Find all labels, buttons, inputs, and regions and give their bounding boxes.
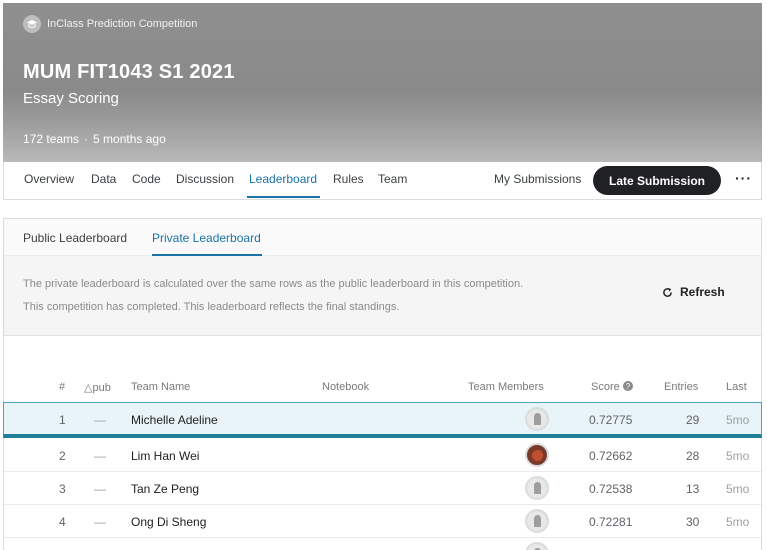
refresh-icon: [663, 287, 672, 297]
svg-text:?: ?: [626, 382, 631, 391]
tab-leaderboard[interactable]: Leaderboard: [249, 172, 317, 186]
team-member-avatar[interactable]: [525, 443, 549, 467]
team-name[interactable]: Ong Di Sheng: [131, 515, 206, 529]
last-submission: 5mo: [726, 515, 750, 529]
last-submission: 5mo: [726, 482, 750, 496]
pub-change: —: [94, 482, 106, 496]
team-name[interactable]: Lim Han Wei: [131, 449, 199, 463]
entries: 28: [686, 449, 700, 463]
info-line-1: The private leaderboard is calculated ov…: [23, 278, 524, 290]
competition-type-label: InClass Prediction Competition: [47, 18, 198, 30]
info-line-2: This competition has completed. This lea…: [23, 301, 400, 313]
score: 0.72775: [589, 413, 633, 427]
meta-separator: ·: [84, 132, 89, 146]
competition-nav: Overview Data Code Discussion Leaderboar…: [3, 162, 762, 200]
team-name[interactable]: Tan Ze Peng: [131, 482, 199, 496]
competition-subtitle: Essay Scoring: [23, 90, 119, 107]
refresh-button[interactable]: Refresh: [662, 285, 725, 299]
table-row[interactable]: 4 — Ong Di Sheng 0.72281 30 5mo: [4, 505, 761, 538]
more-options-icon[interactable]: ···: [735, 170, 752, 186]
col-notebook: Notebook: [322, 381, 370, 393]
competition-type: InClass Prediction Competition: [23, 15, 197, 33]
entries: 29: [686, 413, 700, 427]
table-row[interactable]: 1 — Michelle Adeline 0.72775 29 5mo: [3, 402, 762, 438]
tab-public-leaderboard[interactable]: Public Leaderboard: [23, 231, 127, 245]
rank: 2: [59, 449, 66, 463]
col-score: Score ?: [591, 381, 633, 393]
tab-discussion[interactable]: Discussion: [176, 172, 234, 186]
tab-data[interactable]: Data: [91, 172, 116, 186]
competition-header: InClass Prediction Competition MUM FIT10…: [3, 3, 762, 162]
team-member-avatar[interactable]: [525, 542, 549, 550]
leaderboard-tabs: Public Leaderboard Private Leaderboard: [4, 219, 761, 256]
time-ago: 5 months ago: [93, 132, 166, 146]
rank: 1: [59, 413, 66, 427]
tab-code[interactable]: Code: [132, 172, 161, 186]
refresh-label: Refresh: [680, 285, 725, 299]
table-row[interactable]: [4, 538, 761, 550]
leaderboard-info: The private leaderboard is calculated ov…: [4, 256, 761, 336]
tab-team[interactable]: Team: [378, 172, 407, 186]
leaderboard-panel: Public Leaderboard Private Leaderboard T…: [3, 218, 762, 550]
entries: 13: [686, 482, 700, 496]
competition-title: MUM FIT1043 S1 2021: [23, 61, 235, 83]
rank: 4: [59, 515, 66, 529]
score: 0.72281: [589, 515, 633, 529]
team-member-avatar[interactable]: [525, 476, 549, 500]
col-entries: Entries: [664, 381, 699, 393]
my-submissions-link[interactable]: My Submissions: [494, 172, 581, 186]
col-team-members: Team Members: [468, 381, 544, 393]
col-rank: #: [59, 381, 66, 393]
team-name[interactable]: Michelle Adeline: [131, 413, 218, 427]
col-score-label: Score: [591, 381, 620, 393]
graduation-cap-icon: [23, 15, 41, 33]
tab-private-leaderboard[interactable]: Private Leaderboard: [152, 231, 261, 245]
pub-change: —: [94, 413, 106, 427]
team-member-avatar[interactable]: [525, 407, 549, 431]
tab-rules[interactable]: Rules: [333, 172, 364, 186]
entries: 30: [686, 515, 700, 529]
team-count: 172 teams: [23, 132, 80, 146]
pub-change: —: [94, 515, 106, 529]
tab-overview[interactable]: Overview: [24, 172, 74, 186]
score: 0.72538: [589, 482, 633, 496]
last-submission: 5mo: [726, 413, 750, 427]
active-tab-indicator: [247, 196, 320, 198]
table-row[interactable]: 3 — Tan Ze Peng 0.72538 13 5mo: [4, 472, 761, 505]
competition-meta: 172 teams · 5 months ago: [23, 132, 166, 146]
late-submission-button[interactable]: Late Submission: [593, 166, 721, 195]
score: 0.72662: [589, 449, 633, 463]
col-last: Last: [726, 381, 747, 393]
last-submission: 5mo: [726, 449, 750, 463]
col-pub-change[interactable]: △pub: [84, 381, 111, 394]
col-team-name: Team Name: [131, 381, 191, 393]
help-icon[interactable]: ?: [622, 381, 633, 391]
table-row[interactable]: 2 — Lim Han Wei 0.72662 28 5mo: [4, 439, 761, 472]
rank: 3: [59, 482, 66, 496]
team-member-avatar[interactable]: [525, 509, 549, 533]
pub-change: —: [94, 449, 106, 463]
